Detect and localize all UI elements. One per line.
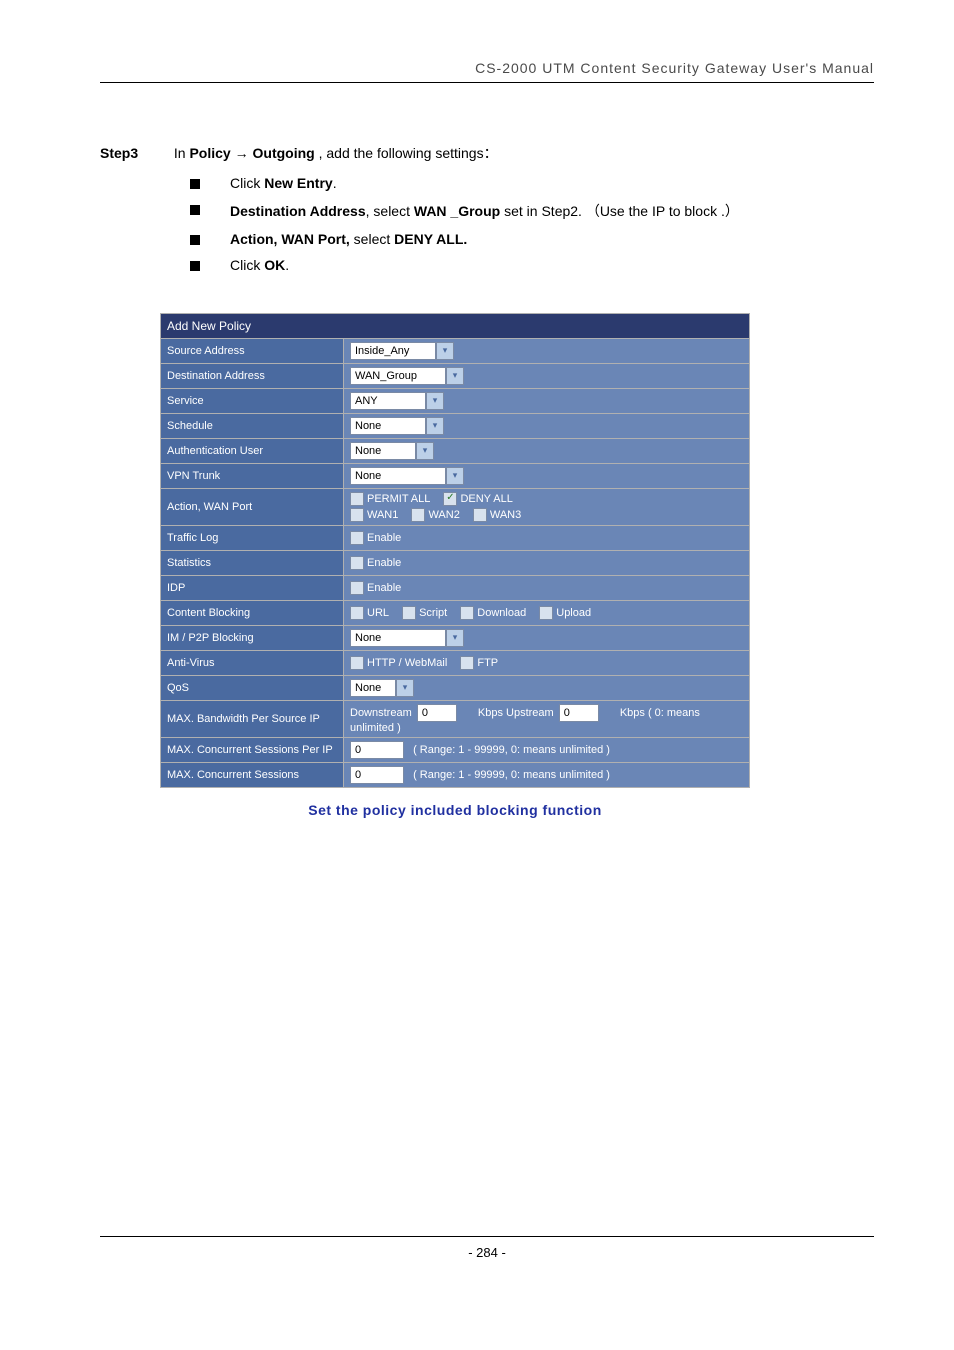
row-sess-label: MAX. Concurrent Sessions	[161, 763, 344, 788]
square-bullet-icon	[190, 235, 200, 245]
row-content-blocking-label: Content Blocking	[161, 601, 344, 626]
row-sess-ip-label: MAX. Concurrent Sessions Per IP	[161, 738, 344, 763]
auth-user-select[interactable]: None	[350, 442, 416, 460]
script-checkbox[interactable]	[402, 606, 416, 620]
bullet-item: Click OK.	[190, 257, 874, 273]
bullet-item: Destination Address, select WAN _Group s…	[190, 201, 874, 221]
wan2-checkbox[interactable]	[411, 508, 425, 522]
permit-all-checkbox[interactable]	[350, 492, 364, 506]
bullet-item: Click New Entry.	[190, 175, 874, 191]
page-number: - 284 -	[100, 1236, 874, 1260]
row-destination-address-label: Destination Address	[161, 364, 344, 389]
idp-checkbox[interactable]	[350, 581, 364, 595]
sess-ip-input[interactable]: 0	[350, 741, 404, 759]
square-bullet-icon	[190, 261, 200, 271]
row-im-p2p-label: IM / P2P Blocking	[161, 626, 344, 651]
statistics-checkbox[interactable]	[350, 556, 364, 570]
row-auth-user-label: Authentication User	[161, 439, 344, 464]
http-webmail-checkbox[interactable]	[350, 656, 364, 670]
service-select[interactable]: ANY	[350, 392, 426, 410]
row-vpn-trunk-label: VPN Trunk	[161, 464, 344, 489]
url-checkbox[interactable]	[350, 606, 364, 620]
upstream-input[interactable]: 0	[559, 704, 599, 722]
row-qos-label: QoS	[161, 676, 344, 701]
row-antivirus-label: Anti-Virus	[161, 651, 344, 676]
chevron-down-icon[interactable]: ▾	[396, 679, 414, 697]
upload-checkbox[interactable]	[539, 606, 553, 620]
policy-title: Add New Policy	[161, 314, 750, 339]
row-traffic-log-label: Traffic Log	[161, 526, 344, 551]
im-p2p-select[interactable]: None	[350, 629, 446, 647]
chevron-down-icon[interactable]: ▾	[436, 342, 454, 360]
traffic-log-checkbox[interactable]	[350, 531, 364, 545]
sess-input[interactable]: 0	[350, 766, 404, 784]
figure-caption: Set the policy included blocking functio…	[160, 802, 750, 818]
chevron-down-icon[interactable]: ▾	[426, 392, 444, 410]
square-bullet-icon	[190, 205, 200, 215]
ftp-checkbox[interactable]	[460, 656, 474, 670]
source-address-select[interactable]: Inside_Any	[350, 342, 436, 360]
chevron-down-icon[interactable]: ▾	[446, 467, 464, 485]
row-action-label: Action, WAN Port	[161, 489, 344, 526]
chevron-down-icon[interactable]: ▾	[446, 629, 464, 647]
qos-select[interactable]: None	[350, 679, 396, 697]
row-schedule-label: Schedule	[161, 414, 344, 439]
chevron-down-icon[interactable]: ▾	[446, 367, 464, 385]
row-statistics-label: Statistics	[161, 551, 344, 576]
wan3-checkbox[interactable]	[473, 508, 487, 522]
policy-figure: Add New Policy Source Address Inside_Any…	[160, 313, 750, 818]
step3-line: Step3 In Policy → Outgoing , add the fol…	[100, 143, 874, 163]
row-service-label: Service	[161, 389, 344, 414]
download-checkbox[interactable]	[460, 606, 474, 620]
chevron-down-icon[interactable]: ▾	[416, 442, 434, 460]
row-bw-label: MAX. Bandwidth Per Source IP	[161, 701, 344, 738]
step-label: Step3	[100, 145, 170, 161]
downstream-input[interactable]: 0	[417, 704, 457, 722]
schedule-select[interactable]: None	[350, 417, 426, 435]
wan1-checkbox[interactable]	[350, 508, 364, 522]
row-source-address-label: Source Address	[161, 339, 344, 364]
vpn-trunk-select[interactable]: None	[350, 467, 446, 485]
row-idp-label: IDP	[161, 576, 344, 601]
header-title: CS-2000 UTM Content Security Gateway Use…	[100, 60, 874, 83]
destination-address-select[interactable]: WAN_Group	[350, 367, 446, 385]
chevron-down-icon[interactable]: ▾	[426, 417, 444, 435]
square-bullet-icon	[190, 179, 200, 189]
deny-all-checkbox[interactable]: ✓	[443, 492, 457, 506]
bullet-item: Action, WAN Port, select DENY ALL.	[190, 231, 874, 247]
